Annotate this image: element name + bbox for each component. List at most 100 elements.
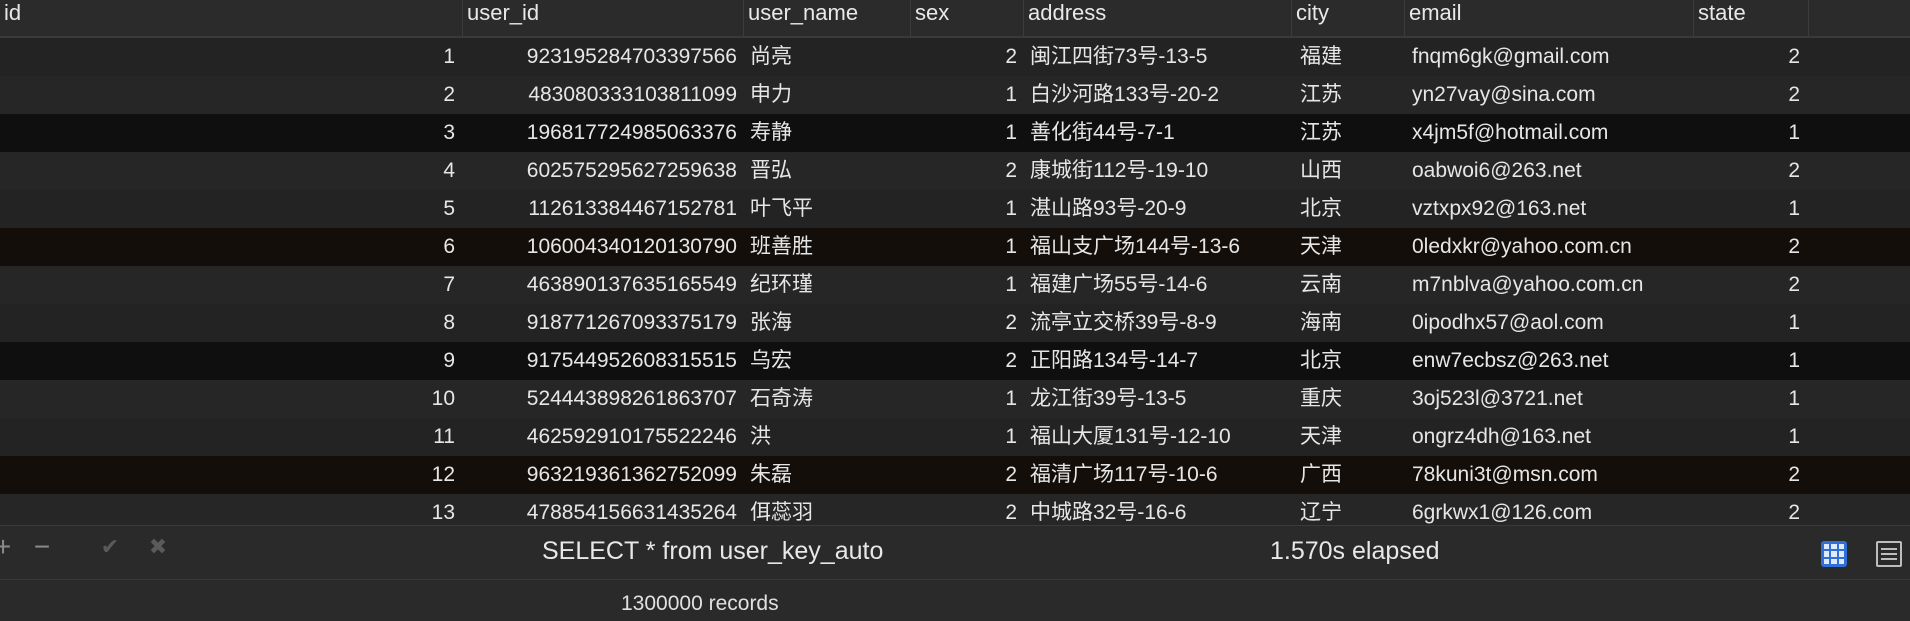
table-row[interactable]: 6 106004340120130790 班善胜 1 福山支广场144号-13-6 天津 0… [0, 228, 1910, 266]
column-header-city[interactable]: city [1292, 0, 1405, 36]
cell-city[interactable]: 江苏 [1300, 76, 1400, 114]
cell-user-name[interactable]: 寿静 [750, 114, 900, 152]
grid-view-icon[interactable] [1821, 541, 1847, 567]
cell-address[interactable]: 福山支广场144号-13-6 [1030, 228, 1292, 266]
cell-city[interactable]: 云南 [1300, 266, 1400, 304]
table-row[interactable]: 7 463890137635165549 纪环瑾 1 福建广场55号-14-6 云南 m7n… [0, 266, 1910, 304]
cell-state[interactable]: 2 [1700, 152, 1800, 190]
check-icon[interactable]: ✔ [98, 535, 122, 559]
cell-user-name[interactable]: 晋弘 [750, 152, 900, 190]
cell-address[interactable]: 中城路32号-16-6 [1030, 494, 1292, 525]
cell-user-name[interactable]: 申力 [750, 76, 900, 114]
cell-sex[interactable]: 2 [915, 38, 1017, 76]
column-header-sex[interactable]: sex [911, 0, 1024, 36]
table-row[interactable]: 8 918771267093375179 张海 2 流亭立交桥39号-8-9 海南 0ipo… [0, 304, 1910, 342]
cell-id[interactable]: 8 [0, 304, 455, 342]
remove-icon[interactable]: − [30, 533, 54, 561]
table-row[interactable]: 4 602575295627259638 晋弘 2 康城街112号-19-10 山西 oab… [0, 152, 1910, 190]
cell-user-id[interactable]: 483080333103811099 [463, 76, 737, 114]
cell-sex[interactable]: 1 [915, 380, 1017, 418]
cell-state[interactable]: 2 [1700, 266, 1800, 304]
cell-user-id[interactable]: 602575295627259638 [463, 152, 737, 190]
cell-city[interactable]: 重庆 [1300, 380, 1400, 418]
cell-user-name[interactable]: 尚亮 [750, 38, 900, 76]
cell-city[interactable]: 天津 [1300, 228, 1400, 266]
cell-state[interactable]: 2 [1700, 38, 1800, 76]
table-row[interactable]: 1 923195284703397566 尚亮 2 闽江四街73号-13-5 福建 fnqm… [0, 38, 1910, 76]
cell-address[interactable]: 闽江四街73号-13-5 [1030, 38, 1292, 76]
cell-address[interactable]: 正阳路134号-14-7 [1030, 342, 1292, 380]
cell-address[interactable]: 龙江街39号-13-5 [1030, 380, 1292, 418]
cell-sex[interactable]: 1 [915, 418, 1017, 456]
table-row[interactable]: 5 112613384467152781 叶飞平 1 湛山路93号-20-9 北京 vztx… [0, 190, 1910, 228]
cell-email[interactable]: 0ipodhx57@aol.com [1412, 304, 1692, 342]
cell-city[interactable]: 辽宁 [1300, 494, 1400, 525]
column-header-email[interactable]: email [1405, 0, 1694, 36]
cell-user-id[interactable]: 963219361362752099 [463, 456, 737, 494]
cell-id[interactable]: 4 [0, 152, 455, 190]
cell-address[interactable]: 福清广场117号-10-6 [1030, 456, 1292, 494]
cell-user-id[interactable]: 462592910175522246 [463, 418, 737, 456]
cell-address[interactable]: 善化街44号-7-1 [1030, 114, 1292, 152]
cell-user-id[interactable]: 923195284703397566 [463, 38, 737, 76]
column-header-user-name[interactable]: user_name [744, 0, 911, 36]
cell-user-id[interactable]: 106004340120130790 [463, 228, 737, 266]
cell-id[interactable]: 2 [0, 76, 455, 114]
cell-id[interactable]: 11 [0, 418, 455, 456]
cell-sex[interactable]: 2 [915, 304, 1017, 342]
cell-sex[interactable]: 2 [915, 342, 1017, 380]
cell-city[interactable]: 福建 [1300, 38, 1400, 76]
cell-state[interactable]: 2 [1700, 456, 1800, 494]
cell-id[interactable]: 3 [0, 114, 455, 152]
cell-user-name[interactable]: 乌宏 [750, 342, 900, 380]
cell-user-name[interactable]: 佴蕊羽 [750, 494, 900, 525]
cell-city[interactable]: 山西 [1300, 152, 1400, 190]
cell-id[interactable]: 6 [0, 228, 455, 266]
cell-user-id[interactable]: 196817724985063376 [463, 114, 737, 152]
cell-city[interactable]: 江苏 [1300, 114, 1400, 152]
cell-city[interactable]: 北京 [1300, 342, 1400, 380]
table-row[interactable]: 11 462592910175522246 洪 1 福山大厦131号-12-10 天津 on… [0, 418, 1910, 456]
cell-id[interactable]: 5 [0, 190, 455, 228]
cell-id[interactable]: 10 [0, 380, 455, 418]
cell-user-name[interactable]: 叶飞平 [750, 190, 900, 228]
cell-id[interactable]: 1 [0, 38, 455, 76]
cell-email[interactable]: ongrz4dh@163.net [1412, 418, 1692, 456]
cell-user-name[interactable]: 洪 [750, 418, 900, 456]
cell-email[interactable]: m7nblva@yahoo.com.cn [1412, 266, 1692, 304]
cell-email[interactable]: x4jm5f@hotmail.com [1412, 114, 1692, 152]
cell-state[interactable]: 1 [1700, 418, 1800, 456]
cell-id[interactable]: 13 [0, 494, 455, 525]
cell-address[interactable]: 福山大厦131号-12-10 [1030, 418, 1292, 456]
cell-user-id[interactable]: 112613384467152781 [463, 190, 737, 228]
cell-state[interactable]: 2 [1700, 76, 1800, 114]
add-icon[interactable]: + [0, 533, 15, 561]
cell-state[interactable]: 2 [1700, 494, 1800, 525]
cell-sex[interactable]: 1 [915, 190, 1017, 228]
cell-sex[interactable]: 2 [915, 494, 1017, 525]
cell-email[interactable]: oabwoi6@263.net [1412, 152, 1692, 190]
cell-user-id[interactable]: 918771267093375179 [463, 304, 737, 342]
cell-address[interactable]: 湛山路93号-20-9 [1030, 190, 1292, 228]
cell-user-id[interactable]: 917544952608315515 [463, 342, 737, 380]
cell-email[interactable]: 0ledxkr@yahoo.com.cn [1412, 228, 1692, 266]
cell-sex[interactable]: 1 [915, 76, 1017, 114]
cell-email[interactable]: enw7ecbsz@263.net [1412, 342, 1692, 380]
table-row[interactable]: 13 478854156631435264 佴蕊羽 2 中城路32号-16-6 辽宁 6gr… [0, 494, 1910, 525]
cell-address[interactable]: 流亭立交桥39号-8-9 [1030, 304, 1292, 342]
cell-email[interactable]: vztxpx92@163.net [1412, 190, 1692, 228]
cell-sex[interactable]: 2 [915, 456, 1017, 494]
form-view-icon[interactable] [1876, 541, 1902, 567]
cell-address[interactable]: 福建广场55号-14-6 [1030, 266, 1292, 304]
cell-id[interactable]: 7 [0, 266, 455, 304]
cell-state[interactable]: 1 [1700, 342, 1800, 380]
cell-user-name[interactable]: 纪环瑾 [750, 266, 900, 304]
cell-address[interactable]: 白沙河路133号-20-2 [1030, 76, 1292, 114]
table-row[interactable]: 9 917544952608315515 乌宏 2 正阳路134号-14-7 北京 enw7… [0, 342, 1910, 380]
table-row[interactable]: 10 524443898261863707 石奇涛 1 龙江街39号-13-5 重庆 3oj… [0, 380, 1910, 418]
cell-state[interactable]: 1 [1700, 304, 1800, 342]
cell-user-id[interactable]: 478854156631435264 [463, 494, 737, 525]
results-grid[interactable]: id user_id user_name sex address city em… [0, 0, 1910, 525]
cell-state[interactable]: 1 [1700, 380, 1800, 418]
close-icon[interactable]: ✖ [146, 535, 170, 559]
